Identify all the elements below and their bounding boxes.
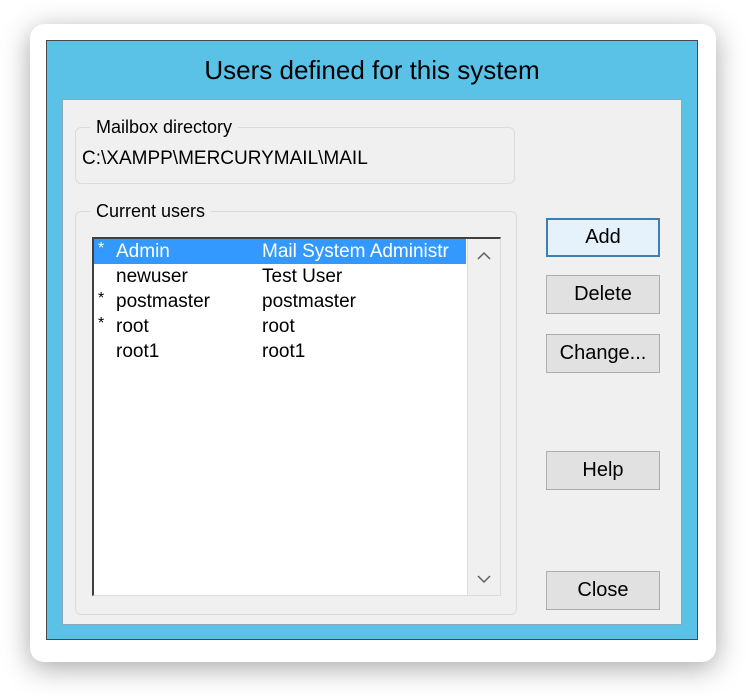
change-button[interactable]: Change...: [546, 334, 660, 373]
mailbox-directory-path: C:\XAMPP\MERCURYMAIL\MAIL: [82, 148, 368, 169]
mailbox-directory-group: Mailbox directory C:\XAMPP\MERCURYMAIL\M…: [75, 117, 515, 184]
users-list-items: * Admin Mail System Administr newuser Test U…: [94, 239, 466, 364]
user-list-item[interactable]: root1 root1: [94, 339, 466, 364]
user-username: root1: [116, 341, 160, 362]
dialog-client-area: Mailbox directory C:\XAMPP\MERCURYMAIL\M…: [62, 99, 682, 625]
window-title: Users defined for this system: [204, 54, 540, 85]
current-users-group: Current users * Admin Mail System Administ…: [75, 201, 517, 615]
user-list-item[interactable]: * root root: [94, 314, 466, 339]
users-dialog-window: Users defined for this system Mailbox di…: [46, 40, 698, 640]
mailbox-directory-label: Mailbox directory: [90, 117, 239, 137]
listbox-scrollbar[interactable]: [467, 239, 500, 595]
current-users-label: Current users: [90, 201, 212, 221]
scroll-up-button[interactable]: [468, 239, 500, 272]
help-button[interactable]: Help: [546, 451, 660, 490]
user-fullname: root: [262, 316, 295, 337]
user-username: newuser: [116, 266, 188, 287]
user-username: Admin: [116, 241, 170, 262]
user-fullname: postmaster: [262, 291, 356, 312]
user-fullname: Test User: [262, 266, 343, 287]
user-list-item[interactable]: * Admin Mail System Administr: [94, 239, 466, 264]
user-fullname: root1: [262, 341, 306, 362]
user-list-item[interactable]: * postmaster postmaster: [94, 289, 466, 314]
user-flag: *: [98, 240, 105, 257]
delete-button[interactable]: Delete: [546, 275, 660, 314]
close-button[interactable]: Close: [546, 571, 660, 610]
user-flag: *: [98, 290, 105, 307]
chevron-up-icon: [477, 251, 491, 260]
user-username: postmaster: [116, 291, 210, 312]
user-list-item[interactable]: newuser Test User: [94, 264, 466, 289]
add-button[interactable]: Add: [546, 218, 660, 257]
scroll-down-button[interactable]: [468, 562, 500, 595]
window-titlebar[interactable]: Users defined for this system: [47, 41, 697, 99]
user-fullname: Mail System Administr: [262, 241, 449, 262]
chevron-down-icon: [477, 574, 491, 583]
user-username: root: [116, 316, 149, 337]
users-listbox[interactable]: * Admin Mail System Administr newuser Test U…: [92, 237, 501, 596]
user-flag: *: [98, 315, 105, 332]
